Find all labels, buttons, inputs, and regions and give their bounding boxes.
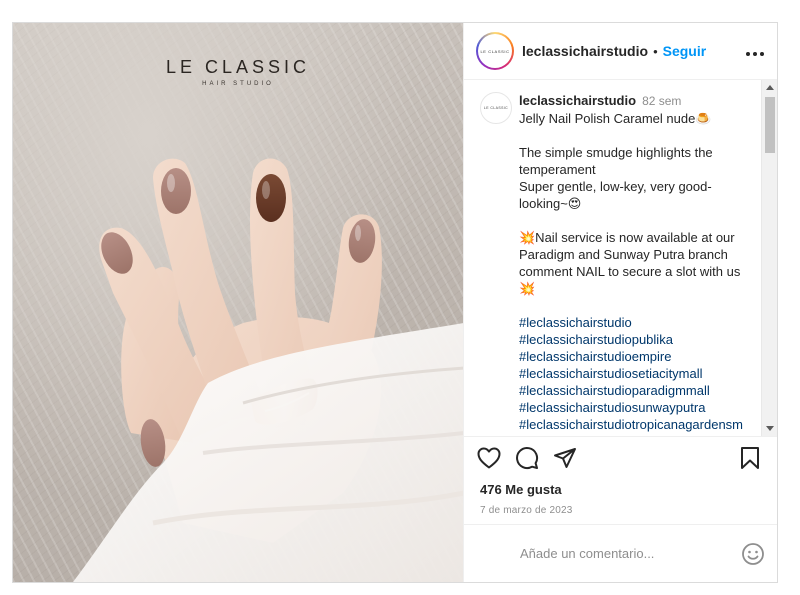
caption-line: Jelly Nail Polish Caramel nude🍮 (519, 111, 712, 126)
heart-icon[interactable] (476, 445, 502, 471)
bookmark-icon[interactable] (737, 445, 763, 471)
hashtag-link[interactable]: #leclassichairstudioempire (519, 348, 755, 365)
comment-bubble-icon[interactable] (514, 445, 540, 471)
paper-plane-icon[interactable] (552, 445, 578, 471)
caption-body: leclassichairstudio 82 sem Jelly Nail Pol… (519, 92, 755, 436)
brand-name: LE CLASSIC (165, 57, 311, 77)
caption-hashtags: #leclassichairstudio #leclassichairstudio… (519, 314, 755, 436)
caption-line: 💥Nail service is now available at our (519, 230, 735, 245)
avatar-inner: LE CLASSIC (478, 34, 512, 68)
caption-avatar-text: LE CLASSIC (483, 106, 509, 110)
hand-nails-illustration (73, 158, 463, 582)
brand-watermark: LE CLASSIC HAIR STUDIO (13, 57, 463, 87)
hashtag-link[interactable]: #leclassichairstudiotropicanagardensm (519, 416, 755, 433)
caption-line: Super gentle, low-key, very good- (519, 179, 712, 194)
scroll-thumb[interactable] (765, 97, 776, 153)
action-bar (464, 436, 777, 478)
caption-username[interactable]: leclassichairstudio (519, 93, 636, 108)
caption-line: The simple smudge highlights the (519, 145, 713, 160)
brand-subtitle: HAIR STUDIO (202, 81, 274, 87)
caption-line (519, 297, 755, 314)
caption-line: looking~😍 (519, 196, 582, 211)
hashtag-link[interactable]: #leclassichairstudio (519, 314, 755, 331)
caption-time[interactable]: 82 sem (642, 94, 681, 108)
avatar-logo-text: LE CLASSIC (480, 48, 510, 54)
profile-avatar[interactable]: LE CLASSIC (476, 32, 514, 70)
caption-line (519, 212, 755, 229)
more-horizontal-icon[interactable] (745, 41, 765, 62)
post-photo[interactable]: LE CLASSIC HAIR STUDIO (13, 23, 463, 582)
post-date[interactable]: 7 de marzo de 2023 (464, 497, 777, 516)
caption-line: 💥 (519, 281, 536, 296)
likes-count[interactable]: 476 Me gusta (464, 478, 777, 497)
caption-avatar[interactable]: LE CLASSIC (480, 92, 512, 124)
caption-line: Paradigm and Sunway Putra branch (519, 247, 728, 262)
instagram-post: LE CLASSIC HAIR STUDIO LE CLASSIC leclas… (12, 22, 778, 583)
smiley-icon[interactable] (741, 542, 765, 566)
header-separator: • (653, 43, 658, 59)
caption-line (519, 127, 755, 144)
caption-line: comment NAIL to secure a slot with us (519, 264, 741, 279)
caption-text: Jelly Nail Polish Caramel nude🍮 The simpl… (519, 110, 755, 314)
hashtag-link[interactable]: all (519, 433, 755, 436)
hashtag-link[interactable]: #leclassichairstudiopublika (519, 331, 755, 348)
caption-header-line: leclassichairstudio 82 sem (519, 92, 755, 110)
caption-comment: LE CLASSIC leclassichairstudio 82 sem Jel… (464, 80, 761, 436)
hashtag-link[interactable]: #leclassichairstudiosunwayputra (519, 399, 755, 416)
post-header: LE CLASSIC leclassichairstudio • Seguir (464, 23, 777, 80)
comments-area[interactable]: LE CLASSIC leclassichairstudio 82 sem Jel… (464, 80, 777, 436)
add-comment-bar (464, 524, 777, 582)
comment-input[interactable] (520, 546, 741, 561)
scroll-down-arrow-icon[interactable] (766, 426, 775, 431)
follow-button[interactable]: Seguir (663, 43, 707, 59)
header-username[interactable]: leclassichairstudio (522, 43, 648, 59)
caption-line: temperament (519, 162, 596, 177)
hashtag-link[interactable]: #leclassichairstudioparadigmmall (519, 382, 755, 399)
hashtag-link[interactable]: #leclassichairstudiosetiacitymall (519, 365, 755, 382)
comments-scrollbar[interactable] (761, 80, 777, 436)
scroll-up-arrow-icon[interactable] (766, 85, 775, 90)
post-details-panel: LE CLASSIC leclassichairstudio • Seguir … (463, 23, 777, 582)
